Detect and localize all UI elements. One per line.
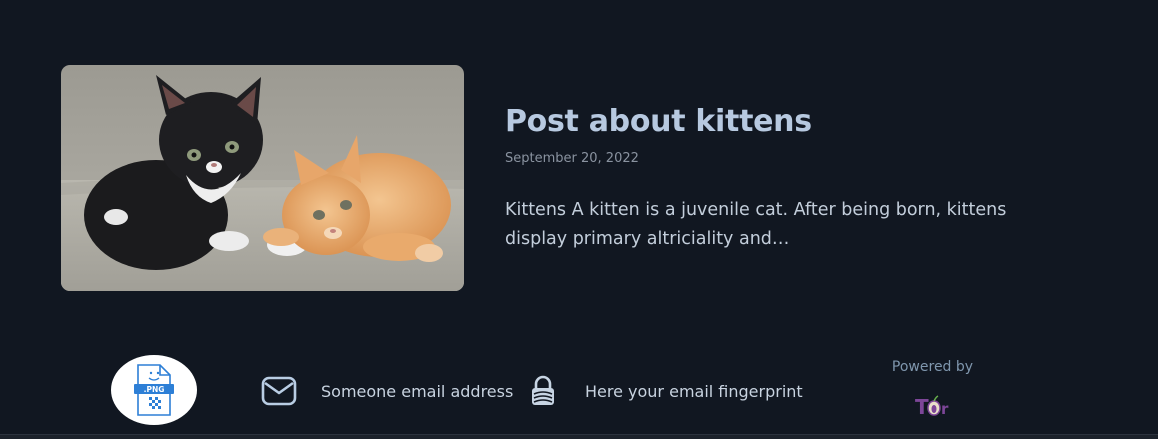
png-badge: .PNG [144, 385, 165, 394]
kittens-photo [61, 65, 464, 291]
avatar[interactable]: .PNG [111, 355, 197, 425]
email-fingerprint-item[interactable]: Here your email fingerprint [529, 375, 803, 406]
email-address-label: Someone email address [321, 381, 514, 401]
tor-logo[interactable]: T r [914, 393, 953, 417]
post-excerpt: Kittens A kitten is a juvenile cat. Afte… [505, 200, 1007, 249]
svg-text:r: r [941, 400, 949, 417]
png-file-icon: .PNG [134, 364, 174, 416]
email-fingerprint-label: Here your email fingerprint [585, 381, 803, 401]
padlock-icon [532, 375, 554, 405]
svg-text:T: T [915, 395, 929, 417]
footer-divider [0, 434, 1158, 439]
tor-onion-icon: T r [915, 395, 949, 417]
post-date: September 20, 2022 [505, 151, 639, 166]
page: Post about kittens September 20, 2022 Ki… [0, 0, 1158, 439]
email-address-item[interactable]: Someone email address [261, 376, 513, 406]
envelope-icon [261, 376, 297, 406]
powered-by-label: Powered by [891, 359, 974, 375]
post-thumbnail-image[interactable] [61, 65, 464, 291]
post-title[interactable]: Post about kittens [505, 104, 812, 139]
